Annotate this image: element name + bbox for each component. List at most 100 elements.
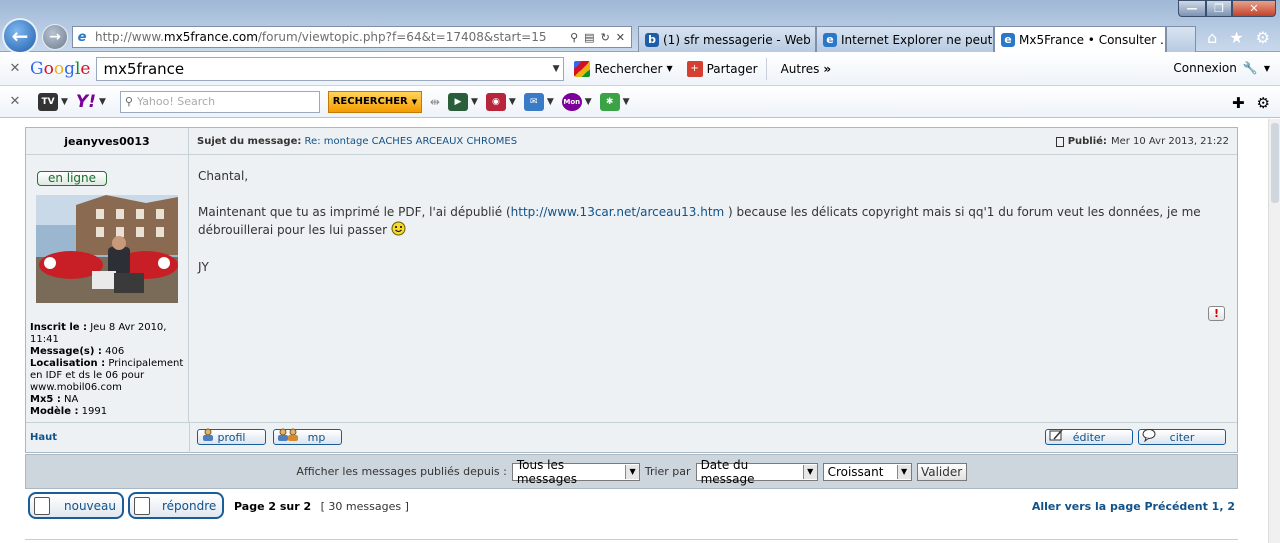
google-logo-letter: g bbox=[64, 58, 75, 79]
post-text: débrouillerai pour les lui passer bbox=[198, 223, 388, 237]
post-header: jeanyves0013 Sujet du message: Re: monta… bbox=[26, 128, 1237, 155]
arrow-right-icon: → bbox=[49, 29, 61, 45]
gear-icon[interactable]: ⚙ bbox=[1256, 28, 1270, 47]
wrench-icon[interactable]: 🔧 bbox=[1243, 61, 1258, 75]
sort-by-select[interactable]: Date du message ▼ bbox=[695, 458, 818, 486]
tab-label: Internet Explorer ne peut p... bbox=[841, 32, 993, 47]
edit-button[interactable]: éditer bbox=[1045, 429, 1133, 445]
post-external-link[interactable]: http://www.13car.net/arceau13.htm bbox=[511, 205, 725, 219]
apps-button[interactable]: ✱ ▼ bbox=[599, 92, 630, 111]
new-tab-button[interactable] bbox=[1166, 26, 1196, 52]
new-topic-label: nouveau bbox=[64, 498, 116, 513]
stop-icon[interactable]: ✕ bbox=[616, 31, 625, 44]
dropdown-arrow-icon: ▼ bbox=[625, 464, 639, 479]
google-search-input[interactable]: mx5france ▼ bbox=[96, 56, 565, 81]
refresh-icon[interactable]: ↻ bbox=[601, 31, 610, 44]
home-icon[interactable]: ⌂ bbox=[1207, 28, 1217, 47]
minimize-button[interactable]: — bbox=[1178, 0, 1206, 17]
yahoo-rechercher-label: RECHERCHER bbox=[332, 96, 408, 107]
scrollbar-thumb[interactable] bbox=[1271, 123, 1279, 203]
tab-label: Mx5France • Consulter ... bbox=[1019, 32, 1166, 47]
post-document-icon[interactable] bbox=[1055, 136, 1064, 147]
dropdown-arrow-icon: ▼ bbox=[896, 464, 911, 479]
page-scrollbar[interactable] bbox=[1268, 119, 1280, 543]
forum-post: jeanyves0013 Sujet du message: Re: monta… bbox=[25, 127, 1238, 453]
private-message-button[interactable]: mp bbox=[273, 428, 342, 445]
back-to-top-link[interactable]: Haut bbox=[30, 432, 57, 443]
browser-right-icons: ⌂ ★ ⚙ bbox=[1207, 28, 1270, 47]
add-icon[interactable]: ✚ bbox=[1232, 94, 1245, 112]
dropdown-arrow-icon: ▼ bbox=[546, 96, 554, 107]
display-since-value: Tous les messages bbox=[516, 457, 578, 486]
reply-label: répondre bbox=[162, 498, 217, 513]
new-topic-button[interactable]: nouveau bbox=[28, 492, 124, 519]
tab-mx5france[interactable]: e Mx5France • Consulter ... ✕ bbox=[994, 26, 1166, 52]
compat-icon[interactable]: ▤ bbox=[584, 31, 594, 44]
address-bar-icons: ⚲ ▤ ↻ ✕ bbox=[570, 31, 631, 44]
flickr-button[interactable]: ◉ ▼ bbox=[485, 92, 516, 111]
url-host: mx5france.com bbox=[163, 30, 258, 44]
messages-label: Message(s) : bbox=[30, 346, 102, 357]
address-bar[interactable]: e http://www.mx5france.com/forum/viewtop… bbox=[72, 26, 632, 48]
dropdown-arrow-icon: ▼ bbox=[622, 96, 630, 107]
google-logo-letter: o bbox=[43, 58, 54, 79]
close-toolbar-icon[interactable]: ✕ bbox=[0, 61, 30, 76]
yahoo-search-input[interactable]: ⚲ Yahoo! Search bbox=[119, 90, 320, 113]
mail-button[interactable]: ✉ ▼ bbox=[523, 92, 554, 111]
web-page: jeanyves0013 Sujet du message: Re: monta… bbox=[0, 119, 1268, 543]
close-toolbar-icon[interactable]: ✕ bbox=[0, 94, 30, 109]
google-rechercher-button[interactable]: Rechercher ▼ bbox=[570, 60, 676, 77]
validate-button[interactable]: Valider bbox=[916, 462, 967, 481]
toolbar-separator bbox=[765, 57, 767, 80]
resize-handle-icon[interactable]: ⇹ bbox=[430, 95, 440, 109]
subject-label: Sujet du message: bbox=[197, 136, 302, 147]
dropdown-arrow-icon[interactable]: ▼ bbox=[553, 64, 564, 74]
forward-button[interactable]: → bbox=[42, 24, 68, 50]
back-button[interactable]: ← bbox=[2, 18, 38, 54]
yahoo-logo-button[interactable]: Y! ▼ bbox=[76, 92, 106, 112]
favorites-star-icon[interactable]: ★ bbox=[1229, 28, 1243, 47]
gear-icon[interactable]: ⚙ bbox=[1257, 94, 1270, 112]
yahoo-right-controls: ✚ ⚙ bbox=[1232, 94, 1270, 112]
dropdown-arrow-icon: ▼ bbox=[584, 96, 592, 107]
tab-internet-explorer[interactable]: e Internet Explorer ne peut p... bbox=[816, 26, 994, 52]
autres-label: Autres bbox=[780, 61, 820, 76]
goto-page-links[interactable]: Aller vers la page Précédent 1, 2 bbox=[1032, 500, 1235, 513]
author-profile-column: en ligne Inscrit le: Jeu 8 Avr 2010, 11… bbox=[26, 155, 189, 422]
tab-strip: b (1) sfr messagerie - Web S... e Intern… bbox=[638, 26, 1196, 52]
quote-button[interactable]: citer bbox=[1138, 429, 1226, 445]
tv-button[interactable]: TV ▼ bbox=[38, 92, 68, 111]
close-window-button[interactable]: ✕ bbox=[1232, 0, 1276, 17]
subject-link[interactable]: Re: montage CACHES ARCEAUX CHROMES bbox=[305, 136, 518, 147]
mon-yahoo-button[interactable]: Mon ▼ bbox=[561, 92, 592, 111]
search-icon[interactable]: ⚲ bbox=[570, 31, 578, 44]
display-since-select[interactable]: Tous les messages ▼ bbox=[511, 458, 640, 486]
connexion-label: Connexion bbox=[1173, 61, 1237, 75]
dropdown-arrow-icon[interactable]: ▼ bbox=[1264, 64, 1270, 73]
reply-button[interactable]: répondre bbox=[128, 492, 224, 519]
google-logo-letter: o bbox=[53, 58, 65, 79]
search-icon: ⚲ bbox=[124, 95, 133, 108]
maximize-button[interactable]: ❐ bbox=[1206, 0, 1232, 17]
profile-button[interactable]: profil bbox=[197, 428, 266, 445]
dropdown-arrow-icon: ▼ bbox=[802, 464, 817, 479]
yahoo-rechercher-button[interactable]: RECHERCHER ▼ bbox=[327, 90, 422, 113]
bing-icon: b bbox=[645, 32, 659, 47]
sort-order-select[interactable]: Croissant ▼ bbox=[822, 462, 912, 481]
report-post-button[interactable]: ! bbox=[1208, 306, 1225, 321]
tab-sfr-messagerie[interactable]: b (1) sfr messagerie - Web S... bbox=[638, 26, 816, 52]
google-autres-button[interactable]: Autres » bbox=[777, 62, 836, 76]
url-text[interactable]: http://www.mx5france.com/forum/viewtopic… bbox=[91, 30, 570, 44]
dropdown-arrow-icon: ▼ bbox=[470, 96, 478, 107]
post-subject: Sujet du message: Re: montage CACHES ARC… bbox=[197, 136, 517, 147]
google-connexion[interactable]: Connexion 🔧 ▼ bbox=[1173, 61, 1270, 75]
google-logo: Google bbox=[30, 59, 90, 79]
pencil-icon bbox=[1049, 428, 1063, 442]
display-options-bar: Afficher les messages publiés depuis : T… bbox=[25, 454, 1238, 489]
location-label: Localisation : bbox=[30, 358, 106, 369]
google-partager-button[interactable]: + Partager bbox=[683, 60, 762, 77]
media-button[interactable]: ▶ ▼ bbox=[447, 92, 478, 111]
window-controls: — ❐ ✕ bbox=[1178, 0, 1276, 17]
post-text: ) because les délicats copyright mais si… bbox=[724, 205, 1201, 219]
double-chevron-icon: » bbox=[823, 61, 832, 76]
